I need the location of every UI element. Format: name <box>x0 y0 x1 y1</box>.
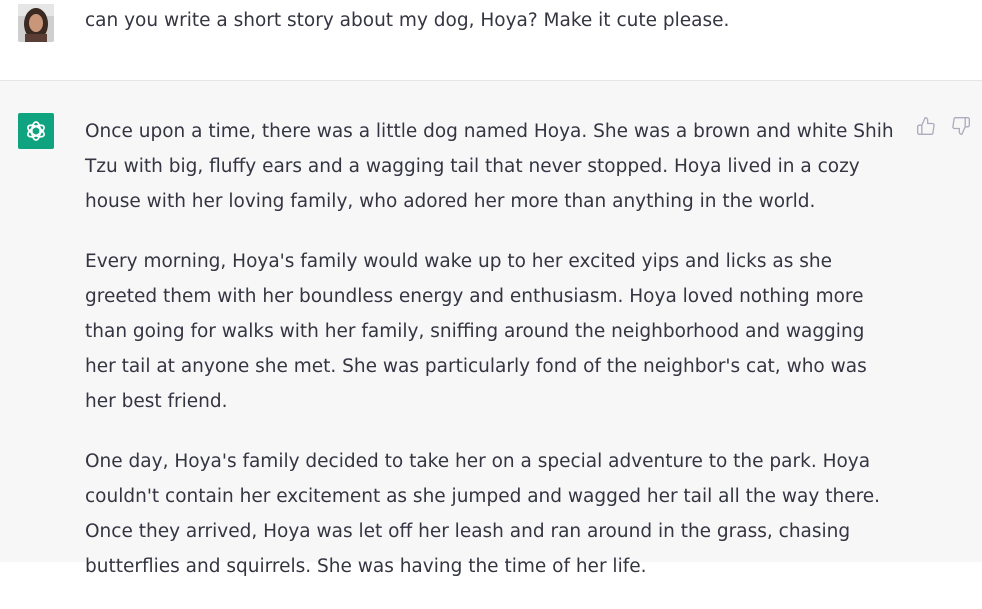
assistant-message-row: Once upon a time, there was a little dog… <box>0 81 982 577</box>
user-avatar <box>18 4 54 42</box>
thumbs-up-icon <box>917 117 935 135</box>
assistant-avatar <box>18 113 54 149</box>
answer-paragraph: Once upon a time, there was a little dog… <box>85 121 894 212</box>
thumbs-down-icon <box>952 117 970 135</box>
thumbs-up-button[interactable] <box>915 115 937 137</box>
answer-paragraph: Every morning, Hoya's family would wake … <box>85 251 867 412</box>
user-avatar-photo <box>18 4 54 42</box>
openai-logo-icon <box>27 121 45 141</box>
assistant-answer: Once upon a time, there was a little dog… <box>85 114 900 609</box>
thumbs-down-button[interactable] <box>950 115 972 137</box>
answer-paragraph: One day, Hoya's family decided to take h… <box>85 451 881 577</box>
user-message-text: can you write a short story about my dog… <box>85 10 730 31</box>
user-message-row: can you write a short story about my dog… <box>0 0 982 81</box>
